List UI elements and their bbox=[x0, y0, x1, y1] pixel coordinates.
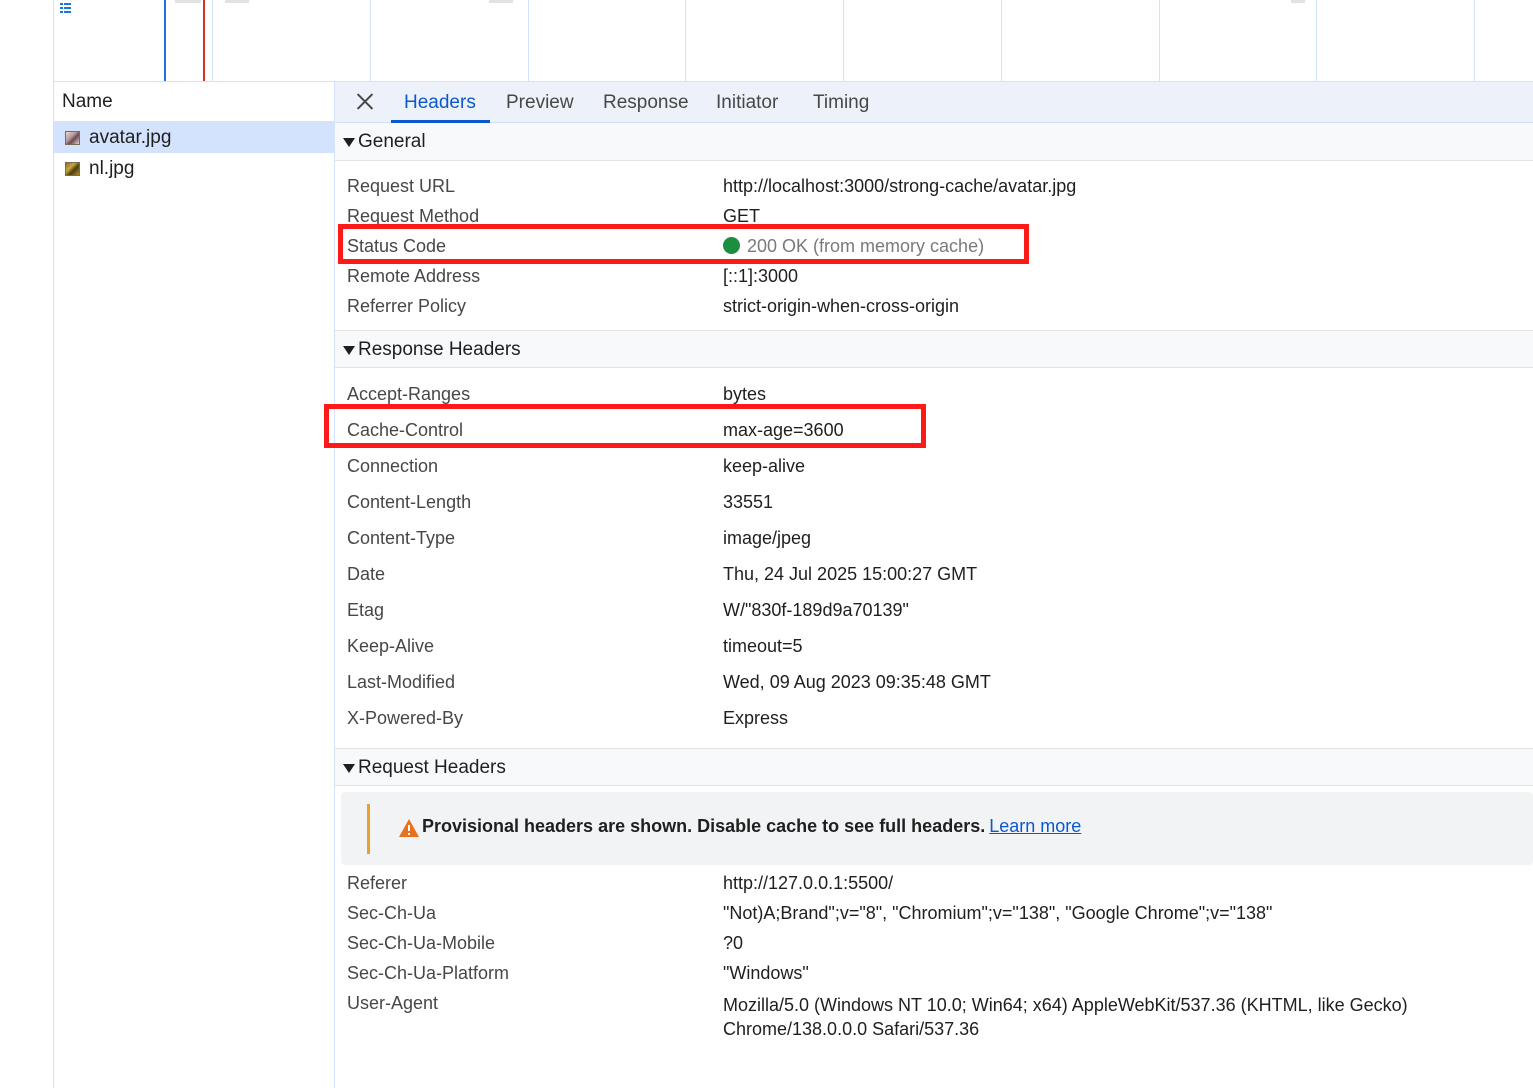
header-key: Last-Modified bbox=[347, 672, 456, 692]
name-column-header[interactable]: Name bbox=[54, 82, 334, 122]
close-icon[interactable] bbox=[354, 91, 376, 113]
list-view-icon[interactable] bbox=[58, 2, 72, 16]
request-details-panel: Headers Preview Response Initiator Timin… bbox=[335, 82, 1533, 1088]
header-value: 200 OK (from memory cache) bbox=[723, 236, 984, 257]
request-row-nl[interactable]: nl.jpg bbox=[54, 153, 334, 184]
waterfall-gridline bbox=[528, 0, 529, 81]
section-general-header[interactable]: General bbox=[335, 123, 1533, 161]
warning-accent-bar bbox=[367, 804, 370, 854]
waterfall-gridline bbox=[212, 0, 213, 81]
header-key: Cache-Control bbox=[347, 420, 464, 440]
waterfall-gridline bbox=[685, 0, 686, 81]
header-value: max-age=3600 bbox=[723, 420, 844, 440]
header-key: Date bbox=[347, 564, 386, 584]
header-value: 33551 bbox=[723, 492, 774, 512]
tab-response[interactable]: Response bbox=[603, 82, 689, 123]
header-key: Keep-Alive bbox=[347, 636, 435, 656]
header-key: Sec-Ch-Ua bbox=[347, 903, 437, 923]
request-name: avatar.jpg bbox=[89, 127, 172, 148]
header-key: Connection bbox=[347, 456, 439, 476]
header-value: Mozilla/5.0 (Windows NT 10.0; Win64; x64… bbox=[723, 995, 1408, 1039]
section-title: General bbox=[358, 131, 426, 152]
header-value: timeout=5 bbox=[723, 636, 803, 656]
tab-headers[interactable]: Headers bbox=[404, 82, 476, 123]
request-row-avatar[interactable]: avatar.jpg bbox=[54, 122, 334, 153]
header-value: http://127.0.0.1:5500/ bbox=[723, 873, 894, 893]
header-value: image/jpeg bbox=[723, 528, 812, 548]
header-value: Express bbox=[723, 708, 789, 728]
section-title: Response Headers bbox=[358, 339, 521, 360]
header-value: GET bbox=[723, 206, 761, 226]
request-name: nl.jpg bbox=[89, 158, 135, 179]
provisional-headers-warning: Provisional headers are shown. Disable c… bbox=[341, 792, 1533, 865]
header-value: W/"830f-189d9a70139" bbox=[723, 600, 909, 620]
header-key: User-Agent bbox=[347, 993, 439, 1013]
expand-triangle-icon bbox=[343, 346, 355, 355]
header-value: strict-origin-when-cross-origin bbox=[723, 296, 960, 316]
header-key: Request URL bbox=[347, 176, 456, 196]
waterfall-bar bbox=[175, 0, 201, 3]
header-value: "Windows" bbox=[723, 963, 809, 983]
header-key: Status Code bbox=[347, 236, 447, 256]
status-text: 200 OK (from memory cache) bbox=[747, 236, 985, 256]
header-value: Wed, 09 Aug 2023 09:35:48 GMT bbox=[723, 672, 991, 692]
expand-triangle-icon bbox=[343, 138, 355, 147]
section-request-headers-header[interactable]: Request Headers bbox=[335, 748, 1533, 786]
header-key: Etag bbox=[347, 600, 385, 620]
waterfall-bar bbox=[489, 0, 513, 3]
header-key: Accept-Ranges bbox=[347, 384, 471, 404]
header-value: Thu, 24 Jul 2025 15:00:27 GMT bbox=[723, 564, 978, 584]
header-key: Remote Address bbox=[347, 266, 481, 286]
dom-content-loaded-marker bbox=[164, 0, 166, 81]
request-list: Name avatar.jpg nl.jpg bbox=[53, 82, 335, 1088]
waterfall-gridline bbox=[1316, 0, 1317, 81]
header-key: Content-Length bbox=[347, 492, 472, 512]
waterfall-gridline bbox=[370, 0, 371, 81]
waterfall-gridline bbox=[1474, 0, 1475, 81]
tab-initiator[interactable]: Initiator bbox=[716, 82, 778, 123]
waterfall-gridline bbox=[1159, 0, 1160, 81]
load-event-marker bbox=[203, 0, 205, 81]
image-file-icon bbox=[65, 131, 80, 145]
header-key: Referer bbox=[347, 873, 408, 893]
header-value: bytes bbox=[723, 384, 767, 404]
waterfall-overview[interactable] bbox=[53, 0, 1533, 82]
details-tab-bar: Headers Preview Response Initiator Timin… bbox=[335, 82, 1533, 123]
header-value: keep-alive bbox=[723, 456, 806, 476]
header-key: Sec-Ch-Ua-Platform bbox=[347, 963, 510, 983]
header-value: http://localhost:3000/strong-cache/avata… bbox=[723, 176, 1077, 196]
header-key: Content-Type bbox=[347, 528, 456, 548]
warning-message: Provisional headers are shown. Disable c… bbox=[422, 816, 1081, 837]
waterfall-gridline bbox=[843, 0, 844, 81]
header-value: [::1]:3000 bbox=[723, 266, 799, 286]
section-title: Request Headers bbox=[358, 757, 506, 778]
warning-text: Provisional headers are shown. Disable c… bbox=[422, 816, 986, 836]
waterfall-gridline bbox=[1001, 0, 1002, 81]
header-value: "Not)A;Brand";v="8", "Chromium";v="138",… bbox=[723, 903, 1273, 923]
expand-triangle-icon bbox=[343, 764, 355, 773]
waterfall-bar bbox=[1291, 0, 1305, 3]
section-response-headers-header[interactable]: Response Headers bbox=[335, 330, 1533, 368]
waterfall-bar bbox=[225, 0, 249, 3]
learn-more-link[interactable]: Learn more bbox=[989, 816, 1081, 836]
image-file-icon bbox=[65, 162, 80, 176]
header-value: ?0 bbox=[723, 933, 744, 953]
header-key: Sec-Ch-Ua-Mobile bbox=[347, 933, 496, 953]
header-key: X-Powered-By bbox=[347, 708, 464, 728]
warning-icon bbox=[399, 819, 419, 837]
tab-timing[interactable]: Timing bbox=[813, 82, 869, 123]
header-key: Referrer Policy bbox=[347, 296, 467, 316]
status-ok-icon bbox=[723, 237, 740, 254]
header-key: Request Method bbox=[347, 206, 480, 226]
tab-preview[interactable]: Preview bbox=[506, 82, 574, 123]
